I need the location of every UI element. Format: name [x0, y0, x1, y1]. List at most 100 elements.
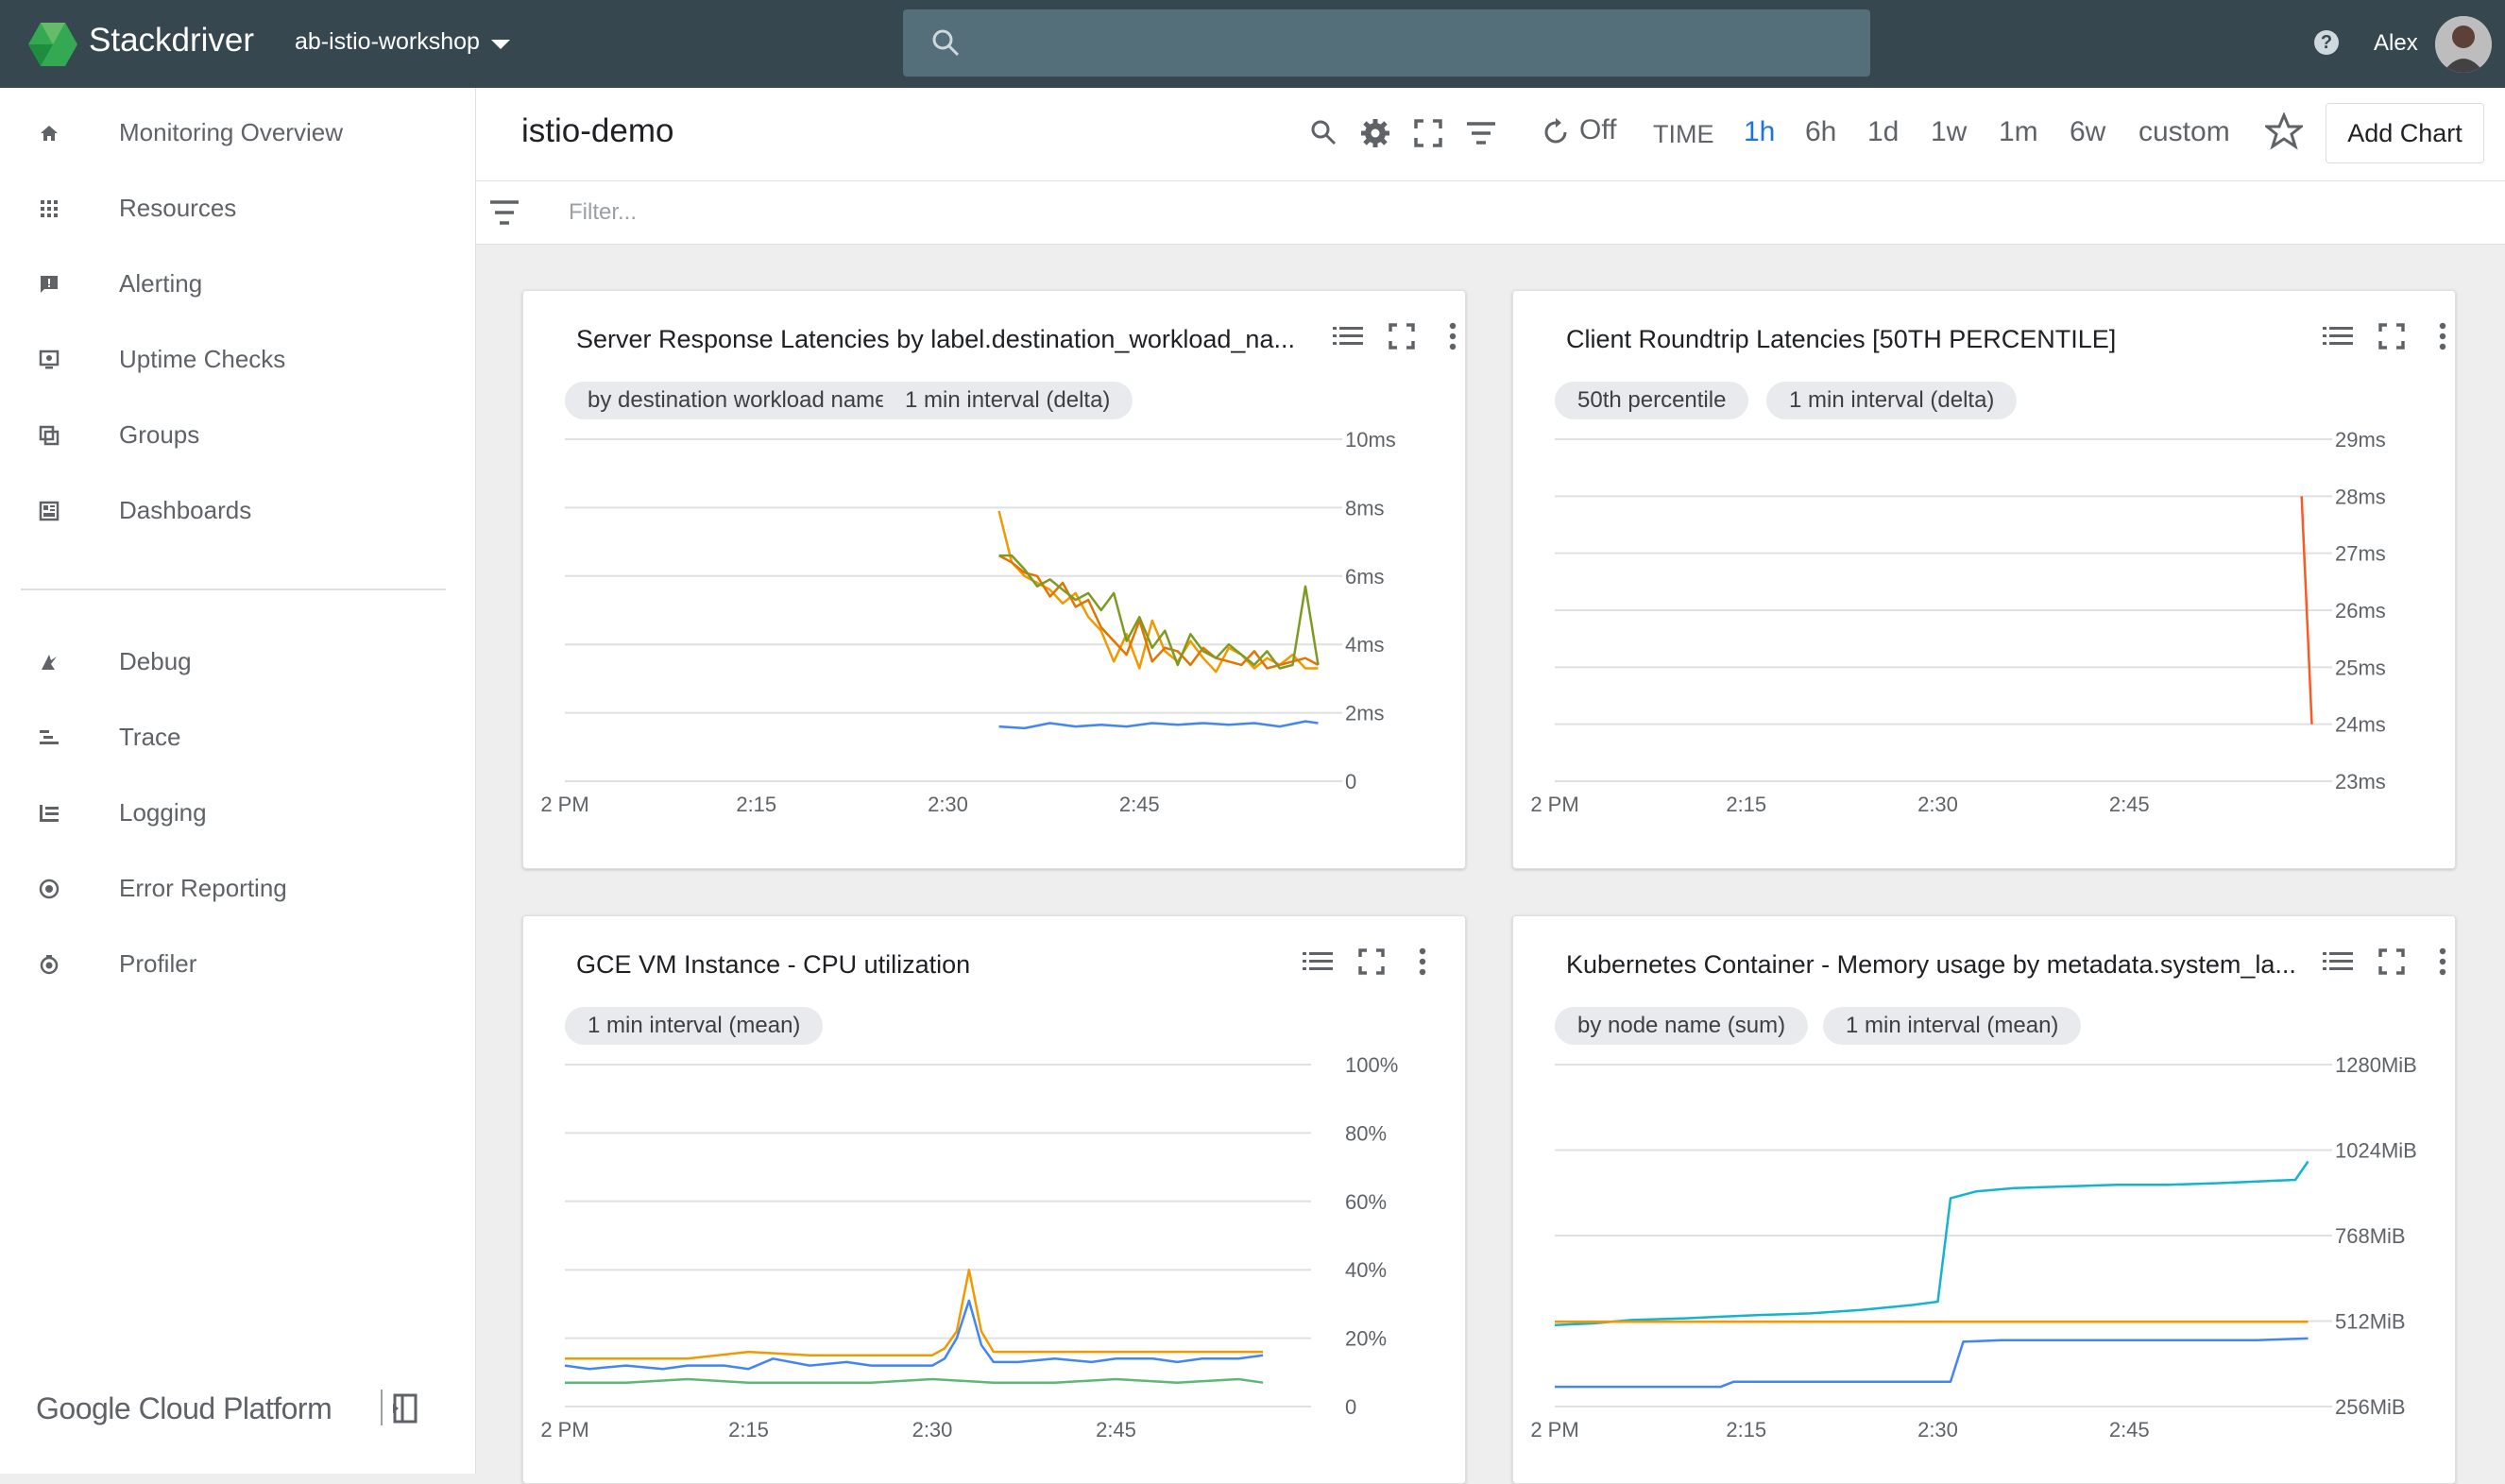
sidebar-item-trace[interactable]: Trace: [0, 704, 475, 770]
sidebar-item-debug[interactable]: Debug: [0, 628, 475, 694]
search-bar[interactable]: [903, 9, 1870, 77]
series-line-3[interactable]: [998, 554, 1320, 670]
avatar[interactable]: [2435, 16, 2492, 73]
sidebar-item-label: Resources: [119, 194, 237, 222]
sidebar-item-dashboards[interactable]: Dashboards: [0, 477, 475, 543]
y-tick-label: 28ms: [2335, 485, 2386, 508]
x-tick-label: 2:30: [1917, 1418, 1958, 1441]
line-chart: 29ms 28ms 27ms 26ms 25ms 24ms 23ms 2 PM 2:15 2:30…: [1530, 428, 2386, 816]
user-name: Alex: [2374, 30, 2418, 56]
search-icon: [932, 29, 960, 57]
filter-chip[interactable]: by node name (sum): [1555, 1007, 1809, 1045]
more-vert-icon[interactable]: [1406, 945, 1440, 979]
time-option-custom[interactable]: custom: [2139, 116, 2230, 148]
legend-icon[interactable]: [2321, 945, 2355, 979]
stackdriver-logo-icon[interactable]: [28, 23, 77, 66]
line-chart: 100% 80% 60% 40% 20% 0 2 PM 2:15 2:30 2:45: [540, 1053, 1398, 1441]
filter-bar: [476, 181, 2505, 245]
series-line-4[interactable]: [998, 720, 1319, 730]
fullscreen-icon[interactable]: [1411, 116, 1445, 150]
sidebar-item-label: Monitoring Overview: [119, 118, 343, 146]
time-option-1w[interactable]: 1w: [1931, 116, 1967, 148]
refresh-icon[interactable]: [1542, 118, 1570, 146]
trace-icon: [40, 730, 59, 744]
line-chart: 1280MiB 1024MiB 768MiB 512MiB 256MiB 2 PM 2:15…: [1530, 1053, 2417, 1441]
sidebar-item-label: Groups: [119, 420, 200, 449]
dashboard-icon: [39, 501, 60, 521]
legend-icon[interactable]: [2321, 319, 2355, 353]
series-line-1[interactable]: [565, 1268, 1264, 1360]
sidebar-item-resources[interactable]: Resources: [0, 175, 475, 241]
series-line-3[interactable]: [1555, 1337, 2309, 1389]
more-vert-icon[interactable]: [2426, 319, 2460, 353]
y-tick-label: 40%: [1345, 1258, 1387, 1282]
filter-chip[interactable]: 1 min interval (mean): [565, 1007, 824, 1045]
y-tick-label: 768MiB: [2335, 1224, 2406, 1248]
filter-input[interactable]: [567, 195, 1987, 230]
time-option-6h[interactable]: 6h: [1805, 116, 1836, 148]
y-tick-label: 24ms: [2335, 713, 2386, 737]
x-tick-label: 2 PM: [540, 793, 588, 816]
fullscreen-icon[interactable]: [2375, 945, 2409, 979]
sidebar-item-monitoring-overview[interactable]: Monitoring Overview: [0, 99, 475, 165]
chevron-down-icon[interactable]: [491, 40, 510, 49]
series-line-1[interactable]: [1554, 1160, 2309, 1326]
x-tick-label: 2 PM: [1530, 793, 1578, 816]
time-option-1m[interactable]: 1m: [1999, 116, 2038, 148]
more-vert-icon[interactable]: [2426, 945, 2460, 979]
sidebar-item-label: Logging: [119, 798, 207, 827]
sidebar-item-uptime-checks[interactable]: Uptime Checks: [0, 326, 475, 392]
y-tick-label: 20%: [1345, 1327, 1387, 1351]
filter-chip[interactable]: 50th percentile: [1555, 382, 1749, 419]
collapse-sidebar-icon[interactable]: [378, 1386, 421, 1429]
y-tick-label: 29ms: [2335, 428, 2386, 452]
time-option-1d[interactable]: 1d: [1867, 116, 1899, 148]
y-tick-label: 256MiB: [2335, 1395, 2406, 1419]
x-tick-label: 2:45: [1119, 793, 1160, 816]
legend-icon[interactable]: [1331, 319, 1365, 353]
chart-card-client-latency: 29ms 28ms 27ms 26ms 25ms 24ms 23ms 2 PM 2:15 2:30…: [1512, 290, 2456, 869]
legend-icon[interactable]: [1301, 945, 1335, 979]
star-icon[interactable]: [2265, 112, 2303, 150]
y-tick-label: 2ms: [1345, 702, 1385, 725]
filter-chip[interactable]: 1 min interval (mean): [1823, 1007, 2082, 1045]
brand-name[interactable]: Stackdriver: [89, 22, 254, 60]
gear-icon[interactable]: [1358, 116, 1392, 150]
series-line-2[interactable]: [998, 554, 1320, 670]
fullscreen-icon[interactable]: [1355, 945, 1389, 979]
series-line-3[interactable]: [565, 1377, 1264, 1384]
time-option-1h[interactable]: 1h: [1744, 116, 1775, 148]
time-option-6w[interactable]: 6w: [2070, 116, 2105, 148]
sidebar-item-label: Uptime Checks: [119, 345, 286, 373]
more-vert-icon[interactable]: [1436, 319, 1470, 353]
help-icon[interactable]: ?: [2314, 30, 2339, 55]
monitor-icon: [39, 350, 60, 369]
y-tick-label: 23ms: [2335, 770, 2386, 793]
sidebar-nav: Monitoring Overview Resources Alerting U…: [0, 88, 476, 1474]
sidebar-divider: [21, 588, 446, 590]
x-tick-label: 2:15: [1726, 793, 1766, 816]
add-chart-button[interactable]: Add Chart: [2326, 103, 2484, 163]
page-title: istio-demo: [521, 112, 674, 149]
filter-icon[interactable]: [487, 198, 521, 227]
sidebar-item-alerting[interactable]: Alerting: [0, 250, 475, 316]
filter-chip[interactable]: 1 min interval (delta): [882, 382, 1133, 419]
filter-chip[interactable]: 1 min interval (delta): [1766, 382, 2018, 419]
fullscreen-icon[interactable]: [2375, 319, 2409, 353]
x-tick-label: 2:30: [912, 1418, 953, 1441]
filter-icon[interactable]: [1464, 116, 1498, 150]
logging-icon: [40, 805, 59, 822]
fullscreen-icon[interactable]: [1385, 319, 1419, 353]
groups-icon: [39, 425, 60, 446]
chart-title: GCE VM Instance - CPU utilization: [576, 950, 971, 979]
x-tick-label: 2:15: [728, 1418, 769, 1441]
project-selector[interactable]: ab-istio-workshop: [295, 28, 480, 56]
sidebar-item-profiler[interactable]: Profiler: [0, 930, 475, 997]
y-tick-label: 1024MiB: [2335, 1139, 2417, 1163]
chart-card-server-latency: 10ms 8ms 6ms 4ms 2ms 0 2 PM 2:15 2:30 2:45 Server …: [522, 290, 1466, 869]
auto-refresh-toggle[interactable]: Off: [1579, 114, 1616, 146]
sidebar-item-error-reporting[interactable]: Error Reporting: [0, 855, 475, 921]
sidebar-item-groups[interactable]: Groups: [0, 401, 475, 468]
search-icon[interactable]: [1307, 116, 1341, 150]
sidebar-item-logging[interactable]: Logging: [0, 779, 475, 845]
